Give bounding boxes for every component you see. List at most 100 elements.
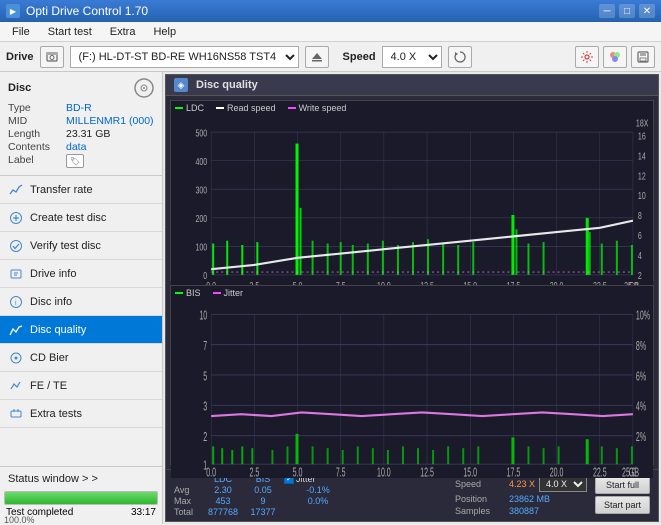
svg-text:0.0: 0.0 — [206, 466, 216, 478]
svg-text:100: 100 — [195, 241, 207, 253]
disc-section-icon — [134, 78, 154, 98]
disc-length-row: Length 23.31 GB — [8, 128, 154, 140]
menu-help[interactable]: Help — [145, 24, 184, 40]
disc-contents-row: Contents data — [8, 141, 154, 153]
svg-text:12.5: 12.5 — [420, 466, 434, 478]
menu-start-test[interactable]: Start test — [40, 24, 100, 40]
color-button[interactable] — [603, 46, 627, 68]
settings-button[interactable] — [575, 46, 599, 68]
start-part-button[interactable]: Start part — [595, 496, 650, 514]
nav-item-disc-info[interactable]: i Disc info — [0, 288, 162, 316]
read-speed-color-dot — [216, 107, 224, 109]
legend-jitter: Jitter — [213, 288, 244, 298]
nav-label-create-test-disc: Create test disc — [30, 212, 106, 224]
drive-label: Drive — [6, 51, 34, 63]
speed-selector[interactable]: 4.0 X — [382, 46, 442, 68]
avg-label: Avg — [174, 485, 202, 495]
svg-text:10.0: 10.0 — [377, 466, 391, 478]
close-button[interactable]: ✕ — [639, 4, 655, 18]
menu-file[interactable]: File — [4, 24, 38, 40]
drive-icon-button[interactable] — [40, 46, 64, 68]
svg-text:7.5: 7.5 — [336, 466, 346, 478]
bis-label: BIS — [186, 288, 201, 298]
svg-text:3: 3 — [203, 400, 207, 414]
svg-text:400: 400 — [195, 156, 207, 168]
nav-item-cd-bier[interactable]: CD Bier — [0, 344, 162, 372]
nav-label-disc-quality: Disc quality — [30, 324, 86, 336]
menu-extra[interactable]: Extra — [102, 24, 144, 40]
max-jitter: 0.0% — [284, 496, 344, 506]
max-ldc: 453 — [204, 496, 242, 506]
status-window-button[interactable]: Status window > > — [0, 467, 162, 491]
svg-text:12: 12 — [638, 170, 646, 182]
nav-item-drive-info[interactable]: Drive info — [0, 260, 162, 288]
svg-text:22.5: 22.5 — [593, 466, 607, 478]
nav-item-transfer-rate[interactable]: Transfer rate — [0, 176, 162, 204]
nav-label-cd-bier: CD Bier — [30, 352, 69, 364]
disc-label-label: Label — [8, 154, 66, 168]
disc-quality-header: ◈ Disc quality — [166, 75, 658, 96]
legend-ldc: LDC — [175, 103, 204, 113]
svg-text:8%: 8% — [636, 340, 646, 354]
disc-mid-row: MID MILLENMR1 (000) — [8, 115, 154, 127]
save-button[interactable] — [631, 46, 655, 68]
max-label: Max — [174, 496, 202, 506]
disc-section: Disc Type BD-R MID MILLENMR1 (000) Lengt… — [0, 72, 162, 176]
svg-text:5: 5 — [203, 370, 207, 384]
minimize-button[interactable]: ─ — [599, 4, 615, 18]
svg-text:300: 300 — [195, 184, 207, 196]
bottom-chart: BIS Jitter — [170, 285, 654, 466]
disc-type-value: BD-R — [66, 102, 92, 114]
disc-type-row: Type BD-R — [8, 102, 154, 114]
disc-label-icon: 🏷 — [66, 154, 84, 168]
cd-bier-icon — [8, 350, 24, 366]
svg-text:200: 200 — [195, 213, 207, 225]
disc-type-label: Type — [8, 102, 66, 114]
maximize-button[interactable]: □ — [619, 4, 635, 18]
eject-button[interactable] — [305, 46, 329, 68]
svg-text:20.0: 20.0 — [550, 466, 564, 478]
disc-quality-panel: ◈ Disc quality LDC Read speed — [165, 74, 659, 522]
svg-text:14: 14 — [638, 150, 646, 162]
disc-quality-icon — [8, 322, 24, 338]
avg-jitter: -0.1% — [284, 485, 344, 495]
disc-label-row: Label 🏷 — [8, 154, 154, 168]
disc-length-value: 23.31 GB — [66, 128, 110, 140]
svg-text:2%: 2% — [636, 431, 646, 445]
position-label: Position — [455, 494, 505, 504]
progress-bar-container — [4, 491, 158, 505]
svg-text:8: 8 — [638, 210, 642, 222]
samples-label: Samples — [455, 506, 505, 516]
svg-text:10: 10 — [638, 190, 646, 202]
jitter-color-dot — [213, 292, 221, 294]
svg-text:7: 7 — [203, 340, 207, 354]
refresh-button[interactable] — [448, 46, 472, 68]
svg-text:5.0: 5.0 — [293, 466, 303, 478]
svg-text:15.0: 15.0 — [463, 466, 477, 478]
nav-item-extra-tests[interactable]: Extra tests — [0, 400, 162, 428]
max-bis: 9 — [244, 496, 282, 506]
write-speed-color-dot — [288, 107, 296, 109]
samples-val: 380887 — [509, 506, 539, 516]
drive-selector[interactable]: (F:) HL-DT-ST BD-RE WH16NS58 TST4 — [70, 46, 299, 68]
nav-item-verify-test-disc[interactable]: Verify test disc — [0, 232, 162, 260]
speed-label: Speed — [343, 51, 376, 63]
write-speed-label: Write speed — [299, 103, 347, 113]
nav-label-drive-info: Drive info — [30, 268, 76, 280]
avg-ldc: 2.30 — [204, 485, 242, 495]
menubar: File Start test Extra Help — [0, 22, 661, 42]
nav-item-fe-te[interactable]: FE / TE — [0, 372, 162, 400]
create-test-disc-icon — [8, 210, 24, 226]
svg-text:6: 6 — [638, 230, 642, 242]
legend-bis: BIS — [175, 288, 201, 298]
position-val: 23862 MB — [509, 494, 550, 504]
titlebar: ▶ Opti Drive Control 1.70 ─ □ ✕ — [0, 0, 661, 22]
main-layout: Disc Type BD-R MID MILLENMR1 (000) Lengt… — [0, 72, 661, 524]
nav-item-create-test-disc[interactable]: Create test disc — [0, 204, 162, 232]
disc-length-label: Length — [8, 128, 66, 140]
top-chart: LDC Read speed Write speed — [170, 100, 654, 281]
svg-text:17.5: 17.5 — [507, 466, 521, 478]
nav-item-disc-quality[interactable]: Disc quality — [0, 316, 162, 344]
svg-text:500: 500 — [195, 127, 207, 139]
svg-text:4: 4 — [638, 250, 642, 262]
